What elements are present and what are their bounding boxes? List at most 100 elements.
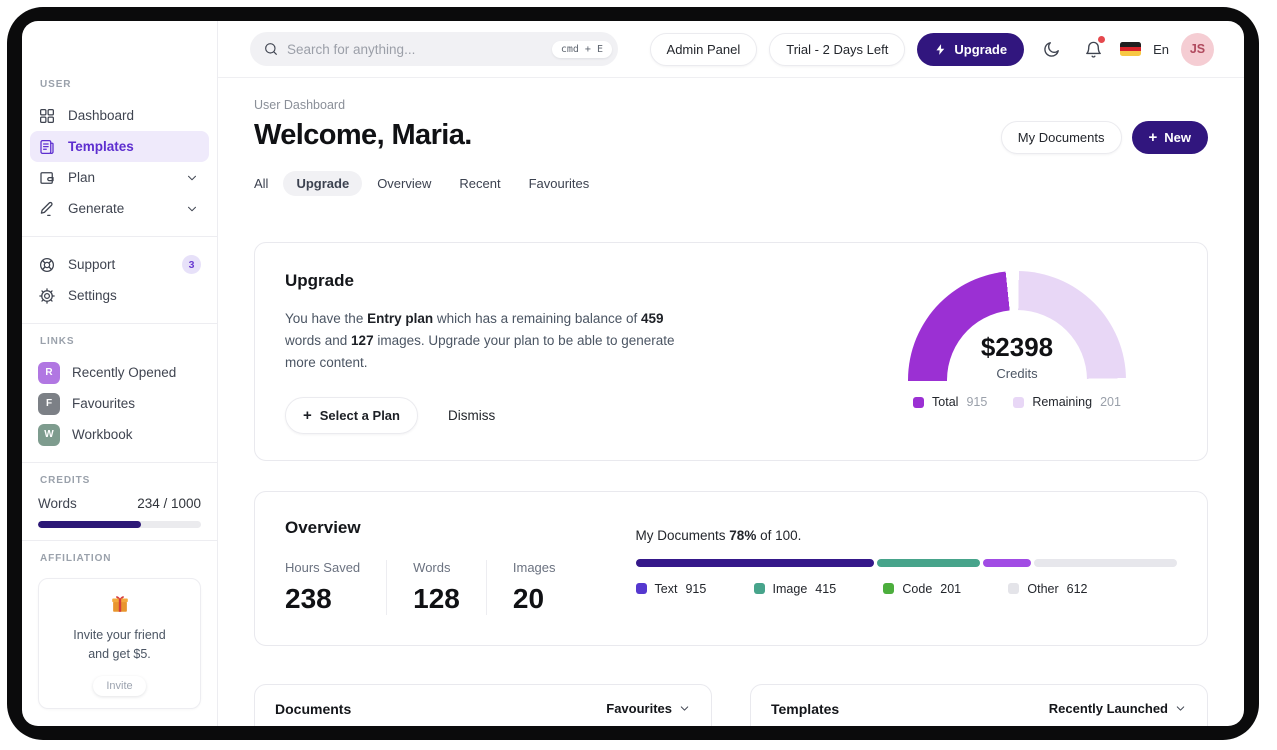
upgrade-card-left: Upgrade You have the Entry plan which ha…	[285, 271, 677, 434]
divider	[22, 323, 217, 324]
overview-card: Overview Hours Saved 238 Words 128 Image…	[254, 490, 1208, 646]
stat-images: Images 20	[485, 559, 582, 615]
user-avatar[interactable]: JS	[1181, 32, 1214, 66]
templates-card: Templates Recently Launched Blog Post Ti…	[750, 683, 1208, 726]
templates-card-title: Templates	[771, 700, 840, 717]
dismiss-button[interactable]: Dismiss	[448, 408, 495, 423]
topbar: Search for anything... cmd + E Admin Pan…	[218, 21, 1244, 78]
sidebar-link-recently-opened[interactable]: R Recently Opened	[38, 357, 201, 388]
sidebar-link-workbook[interactable]: W Workbook	[38, 419, 201, 450]
tab-upgrade[interactable]: Upgrade	[283, 171, 363, 196]
credits-value: 234 / 1000	[137, 496, 201, 511]
gauge-amount: $2398	[980, 332, 1054, 362]
templates-icon	[40, 139, 54, 154]
search-placeholder: Search for anything...	[287, 41, 416, 57]
new-button[interactable]: + New	[1131, 121, 1208, 154]
bottom-cards-row: Documents Favourites Untitled Document i…	[254, 683, 1208, 726]
page-title: Welcome, Maria.	[254, 119, 472, 151]
legend-swatch	[635, 583, 647, 595]
credits-progress-bar	[38, 521, 201, 528]
legend-code: Code 201	[883, 582, 961, 596]
documents-card-title: Documents	[275, 700, 352, 717]
overview-card-title: Overview	[285, 517, 361, 537]
invite-button[interactable]: Invite	[93, 675, 146, 696]
divider	[22, 462, 217, 463]
sidebar-item-label: Templates	[68, 139, 134, 154]
stat-hours-saved: Hours Saved 238	[285, 559, 361, 614]
link-tile: W	[38, 423, 60, 446]
sidebar-item-generate[interactable]: Generate	[30, 193, 209, 224]
bar-segment-code	[982, 558, 1032, 567]
legend-swatch	[883, 583, 895, 595]
upgrade-card-title: Upgrade	[285, 271, 354, 290]
documents-progress-caption: My Documents 78% of 100.	[635, 527, 802, 543]
device-frame: USER Dashboard Templates Plan Generate S…	[7, 7, 1259, 740]
my-documents-button[interactable]: My Documents	[1000, 121, 1122, 154]
search-input[interactable]: Search for anything... cmd + E	[250, 32, 618, 66]
tab-overview[interactable]: Overview	[377, 176, 431, 191]
documents-stacked-bar	[635, 558, 1177, 567]
sidebar-item-plan[interactable]: Plan	[30, 162, 209, 193]
legend-text: Text 915	[635, 582, 706, 596]
bar-segment-image	[876, 558, 980, 567]
sidebar-item-settings[interactable]: Settings	[30, 280, 209, 311]
sidebar-item-label: Dashboard	[68, 108, 135, 123]
sidebar-item-label: Plan	[68, 170, 96, 185]
sidebar-item-support[interactable]: Support 3	[30, 249, 209, 280]
support-count-badge: 3	[182, 255, 201, 274]
notifications-button[interactable]	[1078, 34, 1108, 64]
search-icon	[265, 43, 277, 55]
tab-recent[interactable]: Recent	[459, 176, 500, 191]
affiliation-card: Invite your friend and get $5. Invite	[38, 578, 201, 709]
plus-icon: +	[1148, 129, 1158, 146]
gift-icon	[111, 596, 128, 612]
lifebuoy-icon	[39, 257, 55, 272]
upgrade-button[interactable]: Upgrade	[917, 32, 1025, 66]
legend-total: Total 915	[913, 395, 987, 409]
sidebar-item-dashboard[interactable]: Dashboard	[30, 100, 209, 131]
invite-text: Invite your friend and get $5.	[73, 628, 166, 661]
search-shortcut-badge: cmd + E	[551, 40, 612, 58]
legend-swatch	[1013, 396, 1025, 408]
divider	[22, 540, 217, 541]
notification-dot	[1098, 36, 1106, 43]
overview-left: Overview Hours Saved 238 Words 128 Image…	[285, 518, 582, 615]
credits-gauge-block: $2398 Credits Total 915 Remaining 201	[887, 271, 1147, 434]
wallet-icon	[40, 171, 54, 184]
upgrade-card: Upgrade You have the Entry plan which ha…	[254, 242, 1208, 461]
pencil-icon	[40, 201, 53, 216]
documents-card: Documents Favourites Untitled Document i…	[254, 683, 712, 726]
breadcrumb: User Dashboard	[254, 98, 346, 112]
trial-status-button[interactable]: Trial - 2 Days Left	[769, 32, 906, 66]
admin-panel-button[interactable]: Admin Panel	[649, 32, 758, 66]
credits-progress-fill	[38, 521, 141, 528]
content: User Dashboard Welcome, Maria. My Docume…	[218, 78, 1244, 726]
tab-favourites[interactable]: Favourites	[529, 176, 590, 191]
language-flag-germany[interactable]	[1120, 42, 1142, 56]
moon-icon	[1043, 41, 1059, 57]
dark-mode-toggle[interactable]	[1036, 34, 1066, 64]
chevron-down-icon	[188, 206, 196, 211]
sidebar: USER Dashboard Templates Plan Generate S…	[22, 21, 218, 726]
sidebar-link-favourites[interactable]: F Favourites	[38, 388, 201, 419]
credits-gauge: $2398 Credits	[908, 271, 1126, 381]
legend-swatch	[1008, 583, 1020, 595]
sidebar-item-templates[interactable]: Templates	[30, 131, 209, 162]
select-plan-button[interactable]: + Select a Plan	[285, 396, 418, 434]
divider	[22, 236, 217, 237]
chevron-down-icon	[680, 706, 689, 711]
sidebar-section-credits: CREDITS	[40, 475, 91, 486]
stat-words: Words 128	[386, 559, 486, 615]
main-area: Search for anything... cmd + E Admin Pan…	[218, 21, 1244, 726]
language-label[interactable]: En	[1153, 42, 1169, 57]
tab-all[interactable]: All	[254, 176, 268, 191]
gauge-label: Credits	[996, 366, 1038, 381]
gear-icon	[39, 287, 55, 304]
documents-filter-dropdown[interactable]: Favourites	[606, 701, 691, 716]
gauge-legend: Total 915 Remaining 201	[913, 395, 1121, 409]
link-label: Favourites	[72, 396, 136, 411]
bar-segment-other	[1034, 558, 1177, 567]
plus-icon: +	[303, 406, 312, 424]
legend-image: Image 415	[753, 582, 836, 596]
templates-filter-dropdown[interactable]: Recently Launched	[1049, 701, 1187, 716]
